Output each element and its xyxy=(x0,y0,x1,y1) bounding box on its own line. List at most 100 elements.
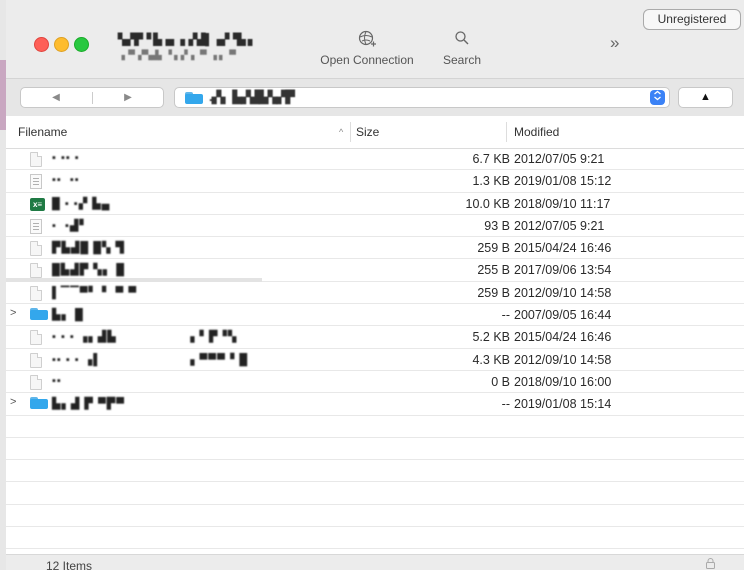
forward-button[interactable]: ▶ xyxy=(93,89,163,107)
file-name-continued: ▗ ▘▛▝▚ xyxy=(186,331,238,344)
file-modified: 2015/04/24 16:46 xyxy=(514,330,612,345)
path-popup[interactable]: .▞▖ ▙▞▟▙▚▞▛ xyxy=(174,87,670,108)
zoom-window-button[interactable] xyxy=(74,37,89,52)
document-icon xyxy=(30,352,42,368)
file-name: ▪ ▪ ▪ ▗▖▟▙ xyxy=(52,331,117,344)
file-name: ▪▪ xyxy=(52,374,62,387)
magnifier-icon xyxy=(434,29,490,53)
minimize-window-button[interactable] xyxy=(54,37,69,52)
search-button[interactable]: Search xyxy=(434,29,490,67)
file-name-continued: ▗ ▀▀▀▝ █ xyxy=(186,353,249,366)
column-header-modified[interactable]: Modified xyxy=(514,125,559,139)
empty-row xyxy=(6,482,744,505)
file-size: 255 B xyxy=(477,263,510,278)
status-bar: 12 Items xyxy=(6,554,744,570)
sort-ascending-icon: ^ xyxy=(339,127,344,137)
column-divider[interactable] xyxy=(506,122,507,142)
folder-row[interactable]: > ▙▖▟ ▛ ▀▛▀ -- 2019/01/08 15:14 xyxy=(6,393,744,416)
file-row[interactable]: ▌▔▔▀▘ ▘ ▀ ▀ 259 B 2012/09/10 14:58 xyxy=(6,282,744,305)
close-window-button[interactable] xyxy=(34,37,49,52)
history-segmented-control: ◀ ▶ xyxy=(20,87,164,108)
file-modified: 2012/09/10 14:58 xyxy=(514,352,612,367)
spreadsheet-icon: x≡ xyxy=(30,197,45,211)
document-icon xyxy=(30,285,42,301)
file-size: 259 B xyxy=(477,285,510,300)
empty-row xyxy=(6,527,744,550)
open-connection-button[interactable]: Open Connection xyxy=(312,29,422,67)
empty-row xyxy=(6,505,744,528)
search-label: Search xyxy=(442,53,482,67)
file-size: 5.2 KB xyxy=(472,330,510,345)
file-name: ▙▖ █ xyxy=(52,309,84,322)
file-size: 259 B xyxy=(477,241,510,256)
toolbar-overflow-button[interactable]: » xyxy=(610,33,619,53)
file-size: 0 B xyxy=(491,374,510,389)
unregistered-button[interactable]: Unregistered xyxy=(643,9,741,30)
file-name: ▪ ▪▟▘ xyxy=(52,219,89,232)
file-size: 10.0 KB xyxy=(465,196,510,211)
file-row[interactable]: ▪ ▪▪ ▪ 6.7 KB 2012/07/05 9:21 xyxy=(6,148,744,171)
file-size: -- xyxy=(501,397,510,412)
file-name: ▛▙▟█ █▚ ▜ xyxy=(52,242,125,255)
file-modified: 2015/04/24 16:46 xyxy=(514,241,612,256)
file-size: -- xyxy=(501,308,510,323)
navigation-bar: ◀ ▶ .▞▖ ▙▞▟▙▚▞▛ ▲ xyxy=(6,78,744,118)
file-name: ▪ ▪▪ ▪ xyxy=(52,152,80,164)
open-connection-label: Open Connection xyxy=(320,53,414,67)
file-name: █ ▪ ▪▞ ▙▄ xyxy=(52,197,111,210)
current-path: .▞▖ ▙▞▟▙▚▞▛ xyxy=(209,90,295,104)
window-title: ▚▞▛▝ ▙▗▖ ▖▞▟▌▗▞▝▙ ▖ xyxy=(118,34,257,46)
file-size: 93 B xyxy=(484,218,510,233)
disclosure-triangle-icon[interactable]: > xyxy=(10,307,16,319)
file-modified: 2017/09/06 13:54 xyxy=(514,263,612,278)
file-row[interactable]: ▪▪ ▪ ▪ ▗▌ ▗ ▀▀▀▝ █ 4.3 KB 2012/09/10 14:58 xyxy=(6,349,744,371)
horizontal-scrollbar[interactable] xyxy=(6,278,262,282)
window-subtitle: ▗▝▘▞▚▟▖▝ ▖▞▗ ▝▘▗ ▖▝▘ xyxy=(118,50,240,60)
file-size: 4.3 KB xyxy=(472,352,510,367)
file-row[interactable]: ▛▙▟█ █▚ ▜ 259 B 2015/04/24 16:46 xyxy=(6,237,744,260)
column-divider[interactable] xyxy=(350,122,351,142)
file-modified: 2018/09/10 11:17 xyxy=(514,196,611,211)
file-modified: 2007/09/05 16:44 xyxy=(514,308,612,323)
file-modified: 2018/09/10 16:00 xyxy=(514,374,612,389)
file-modified: 2019/01/08 15:14 xyxy=(514,397,612,412)
file-row[interactable]: ▪ ▪ ▪ ▗▖▟▙ ▗ ▘▛▝▚ 5.2 KB 2015/04/24 16:46 xyxy=(6,326,744,349)
padlock-icon xyxy=(706,558,715,570)
file-name: █▙▟▛ ▚▖ █ xyxy=(52,264,125,277)
popup-chevrons-icon xyxy=(650,90,665,105)
folder-row[interactable]: > ▙▖ █ -- 2007/09/05 16:44 xyxy=(6,304,744,327)
file-list: ▪ ▪▪ ▪ 6.7 KB 2012/07/05 9:21 ▪▪ ▪▪ 1.3 KB 20… xyxy=(6,148,744,558)
back-button[interactable]: ◀ xyxy=(21,89,91,107)
empty-row xyxy=(6,460,744,483)
file-size: 1.3 KB xyxy=(472,174,510,189)
document-icon xyxy=(30,152,42,167)
text-document-icon xyxy=(30,218,42,234)
folder-icon xyxy=(30,308,48,321)
document-icon xyxy=(30,374,42,390)
file-modified: 2012/07/05 9:21 xyxy=(514,152,605,166)
file-modified: 2019/01/08 15:12 xyxy=(514,174,612,189)
column-header-size[interactable]: Size xyxy=(356,125,379,139)
text-document-icon xyxy=(30,174,42,190)
column-header-filename[interactable]: Filename xyxy=(18,125,67,139)
empty-row xyxy=(6,438,744,461)
file-name: ▙▖▟ ▛ ▀▛▀ xyxy=(52,398,125,411)
parent-directory-button[interactable]: ▲ xyxy=(678,87,733,108)
item-count: 12 Items xyxy=(46,559,93,570)
file-row[interactable]: ▪ ▪▟▘ 93 B 2012/07/05 9:21 xyxy=(6,215,744,238)
empty-row xyxy=(6,416,744,438)
browser-window: ▚▞▛▝ ▙▗▖ ▖▞▟▌▗▞▝▙ ▖ ▗▝▘▞▚▟▖▝ ▖▞▗ ▝▘▗ ▖▝▘… xyxy=(0,0,744,570)
disclosure-triangle-icon[interactable]: > xyxy=(10,396,16,408)
document-icon xyxy=(30,241,42,257)
file-row[interactable]: x≡ █ ▪ ▪▞ ▙▄ 10.0 KB 2018/09/10 11:17 xyxy=(6,193,744,215)
table-header: Filename ^ Size Modified xyxy=(6,116,744,149)
file-row[interactable]: ▪▪ 0 B 2018/09/10 16:00 xyxy=(6,371,744,394)
file-name: ▪▪ ▪ ▪ ▗▌ xyxy=(52,353,103,366)
toolbar: ▚▞▛▝ ▙▗▖ ▖▞▟▌▗▞▝▙ ▖ ▗▝▘▞▚▟▖▝ ▖▞▗ ▝▘▗ ▖▝▘… xyxy=(6,0,744,78)
document-icon xyxy=(30,330,42,346)
folder-icon xyxy=(185,92,203,104)
globe-plus-icon xyxy=(312,29,422,53)
file-name: ▪▪ ▪▪ xyxy=(52,174,80,187)
file-row[interactable]: ▪▪ ▪▪ 1.3 KB 2019/01/08 15:12 xyxy=(6,170,744,193)
file-modified: 2012/07/05 9:21 xyxy=(514,218,605,233)
